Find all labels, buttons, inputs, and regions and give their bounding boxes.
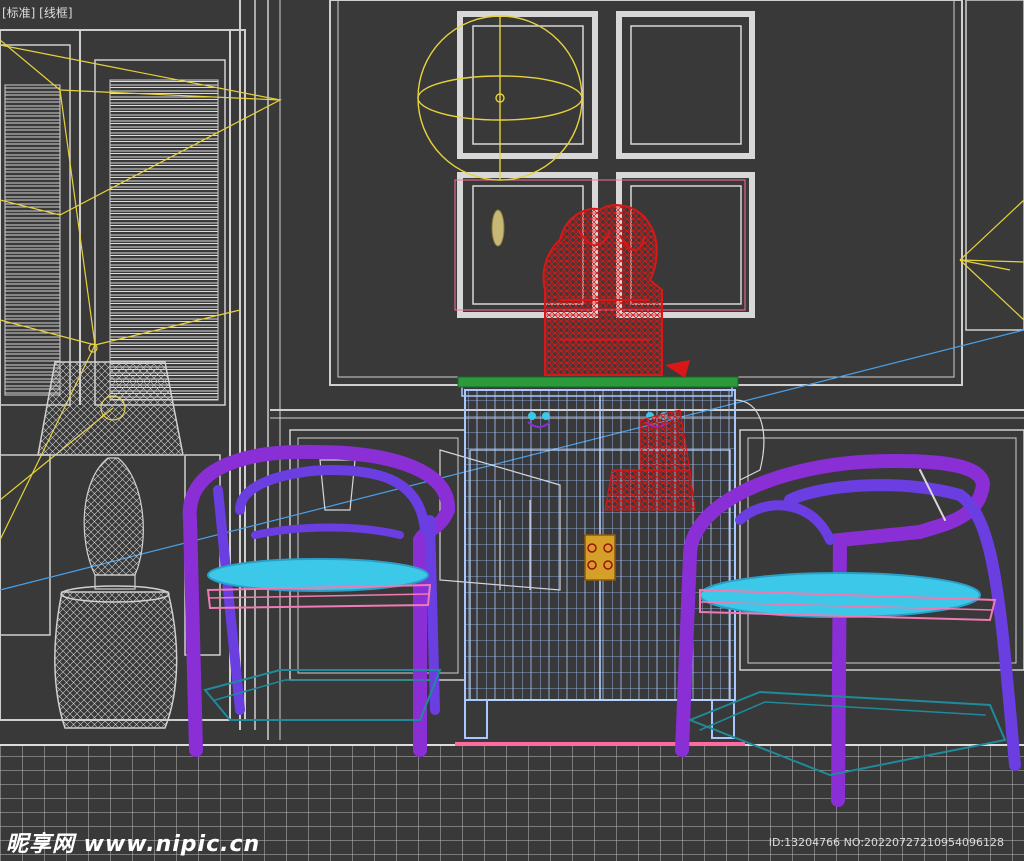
wireframe-scene[interactable] (0, 0, 1024, 861)
side-cabinet[interactable] (455, 383, 745, 746)
viewport[interactable]: [标准] [线框] 昵享网 www.nipic.cn ID:13204766 N… (0, 0, 1024, 861)
watermark-logo: 昵享网 www.nipic.cn (6, 832, 261, 857)
watermark-id: ID:13204766 NO:20220727210954096128 (768, 836, 1004, 849)
drum-stool (54, 585, 178, 729)
viewport-label[interactable]: [标准] [线框] (2, 4, 73, 21)
green-tray (457, 376, 739, 388)
